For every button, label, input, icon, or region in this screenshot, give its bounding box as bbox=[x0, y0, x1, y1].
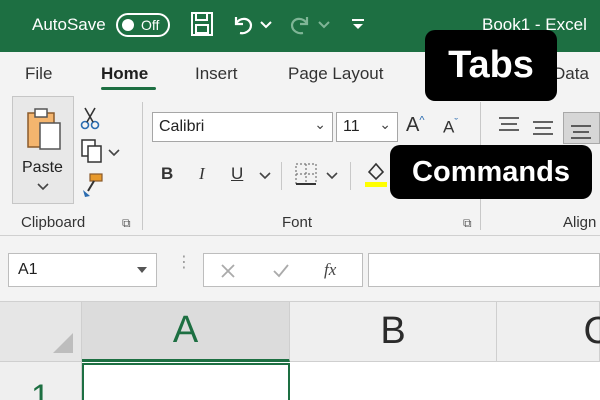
font-launcher-icon[interactable]: ⧉ bbox=[463, 216, 472, 231]
enter-check-icon[interactable] bbox=[272, 263, 290, 279]
autosave-label: AutoSave bbox=[32, 15, 106, 34]
formula-input[interactable] bbox=[368, 253, 600, 287]
increase-font-size-icon[interactable]: A^ bbox=[406, 114, 425, 137]
group-separator bbox=[142, 102, 143, 230]
worksheet-grid: A B C 1 bbox=[0, 302, 600, 400]
toggle-knob bbox=[122, 19, 134, 31]
commands-callout: Commands bbox=[390, 145, 592, 199]
redo-dropdown-icon[interactable] bbox=[318, 20, 330, 30]
chevron-down-icon: ⌄ bbox=[379, 116, 391, 132]
column-header-a[interactable]: A bbox=[82, 302, 290, 362]
cell-a1[interactable] bbox=[82, 363, 290, 400]
copy-dropdown-icon[interactable] bbox=[108, 149, 120, 157]
group-separator bbox=[281, 162, 282, 190]
formula-bar-row: A1 ⋮ fx bbox=[0, 236, 600, 302]
group-separator bbox=[350, 162, 351, 190]
insert-function-icon[interactable]: fx bbox=[324, 260, 336, 280]
tab-file[interactable]: File bbox=[25, 64, 52, 84]
tab-insert[interactable]: Insert bbox=[195, 64, 238, 84]
redo-icon[interactable] bbox=[287, 11, 313, 37]
copy-icon[interactable] bbox=[80, 138, 104, 164]
paste-label: Paste bbox=[22, 159, 63, 176]
align-middle-icon[interactable] bbox=[531, 118, 555, 138]
clipboard-launcher-icon[interactable]: ⧉ bbox=[122, 216, 131, 231]
save-icon[interactable] bbox=[190, 11, 214, 37]
formula-bar-grip-icon[interactable]: ⋮ bbox=[176, 255, 192, 271]
font-name-value: Calibri bbox=[159, 118, 205, 135]
customize-qat-icon[interactable] bbox=[350, 16, 366, 32]
tabs-callout: Tabs bbox=[425, 30, 557, 101]
autosave-toggle[interactable]: Off bbox=[116, 13, 170, 37]
undo-icon[interactable] bbox=[230, 11, 256, 37]
column-header-b[interactable]: B bbox=[290, 302, 497, 362]
underline-icon[interactable]: U bbox=[231, 164, 243, 184]
select-all-corner[interactable] bbox=[0, 302, 82, 362]
tab-home[interactable]: Home bbox=[101, 64, 148, 84]
name-box[interactable]: A1 bbox=[8, 253, 157, 287]
cut-icon[interactable] bbox=[80, 106, 100, 130]
cancel-icon[interactable] bbox=[220, 263, 236, 279]
select-all-icon bbox=[53, 333, 73, 353]
active-tab-indicator bbox=[101, 87, 156, 90]
fill-color-icon[interactable] bbox=[364, 160, 388, 188]
name-box-value: A1 bbox=[18, 261, 38, 278]
italic-icon[interactable]: I bbox=[199, 164, 205, 184]
column-header-c[interactable]: C bbox=[497, 302, 600, 362]
row-header-1[interactable]: 1 bbox=[0, 362, 82, 400]
align-bottom-button[interactable] bbox=[563, 112, 600, 144]
column-header-c-label: C bbox=[583, 310, 600, 352]
name-box-dropdown-icon bbox=[137, 267, 147, 273]
decrease-font-size-icon[interactable]: Aˇ bbox=[443, 117, 458, 138]
borders-dropdown-icon[interactable] bbox=[326, 172, 338, 180]
undo-dropdown-icon[interactable] bbox=[260, 20, 272, 30]
formula-actions: fx bbox=[203, 253, 363, 287]
clipboard-group-label: Clipboard bbox=[21, 214, 86, 231]
font-name-combo[interactable]: Calibri ⌄ bbox=[152, 112, 333, 142]
paste-button[interactable]: Paste bbox=[12, 96, 74, 204]
underline-dropdown-icon[interactable] bbox=[259, 172, 271, 180]
alignment-group-label: Align bbox=[563, 214, 597, 231]
align-top-icon[interactable] bbox=[497, 116, 521, 136]
paste-dropdown-icon bbox=[37, 183, 49, 191]
tab-data[interactable]: Data bbox=[553, 64, 589, 84]
chevron-down-icon: ⌄ bbox=[314, 116, 326, 132]
font-size-combo[interactable]: 11 ⌄ bbox=[336, 112, 398, 142]
bold-icon[interactable]: B bbox=[161, 164, 173, 184]
font-size-value: 11 bbox=[343, 118, 360, 135]
autosave-state: Off bbox=[141, 17, 160, 33]
tab-page-layout[interactable]: Page Layout bbox=[288, 64, 383, 84]
align-bottom-icon bbox=[571, 125, 591, 139]
font-group-label: Font bbox=[282, 214, 313, 231]
format-painter-icon[interactable] bbox=[80, 172, 104, 198]
paste-icon bbox=[27, 108, 61, 150]
borders-icon[interactable] bbox=[294, 162, 318, 186]
